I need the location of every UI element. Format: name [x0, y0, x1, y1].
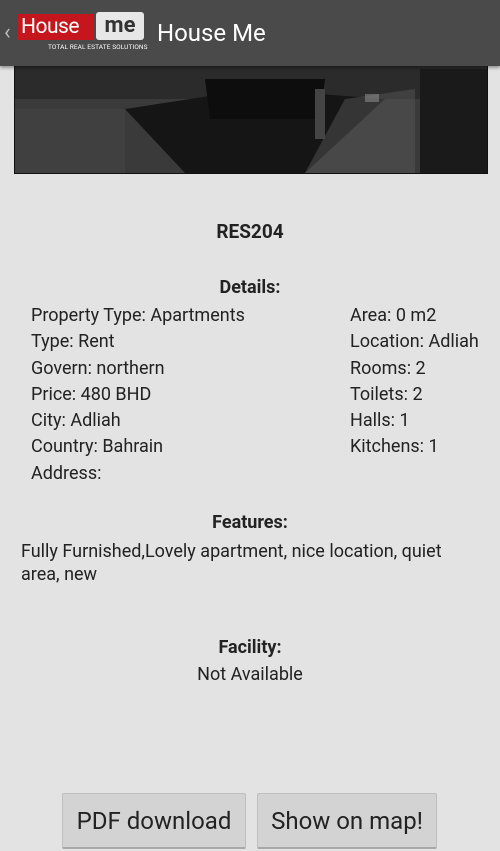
action-bar: ‹ House me TOTAL REAL ESTATE SOLUTIONS H…: [0, 0, 500, 66]
detail-price: Price: 480 BHD: [31, 383, 152, 405]
property-photo[interactable]: [14, 58, 488, 174]
details-left-column: Property Type: Apartments Type: Rent Gov…: [31, 303, 245, 487]
logo-tagline: TOTAL REAL ESTATE SOLUTIONS: [48, 43, 148, 51]
chevron-left-icon[interactable]: ‹: [4, 22, 14, 44]
facility-heading: Facility:: [218, 637, 282, 658]
features-heading: Features:: [212, 512, 288, 533]
detail-country: Country: Bahrain: [31, 436, 164, 458]
detail-govern: Govern: northern: [31, 357, 165, 379]
logo-house-text: House: [18, 14, 94, 40]
detail-type: Type: Rent: [31, 331, 115, 353]
details-right-column: Area: 0 m2 Location: Adliah Rooms: 2 Toi…: [350, 303, 479, 461]
pdf-download-button[interactable]: PDF download: [62, 793, 246, 849]
detail-kitchens: Kitchens: 1: [350, 436, 439, 458]
detail-halls: Halls: 1: [350, 410, 410, 432]
logo-me-text: me: [96, 12, 144, 40]
detail-city: City: Adliah: [31, 410, 121, 432]
features-text: Fully Furnished,Lovely apartment, nice l…: [21, 541, 442, 585]
detail-toilets: Toilets: 2: [350, 383, 423, 405]
show-on-map-button[interactable]: Show on map!: [257, 793, 437, 849]
facility-text: Not Available: [197, 664, 303, 685]
detail-property-type: Property Type: Apartments: [31, 305, 245, 326]
app-logo[interactable]: House me TOTAL REAL ESTATE SOLUTIONS: [18, 10, 148, 56]
property-ref-code: RES204: [216, 220, 284, 243]
detail-rooms: Rooms: 2: [350, 357, 426, 379]
detail-area: Area: 0 m2: [350, 305, 437, 326]
detail-location: Location: Adliah: [350, 331, 479, 353]
detail-address: Address:: [31, 462, 102, 484]
app-title: House Me: [157, 19, 266, 47]
details-heading: Details:: [219, 277, 281, 298]
